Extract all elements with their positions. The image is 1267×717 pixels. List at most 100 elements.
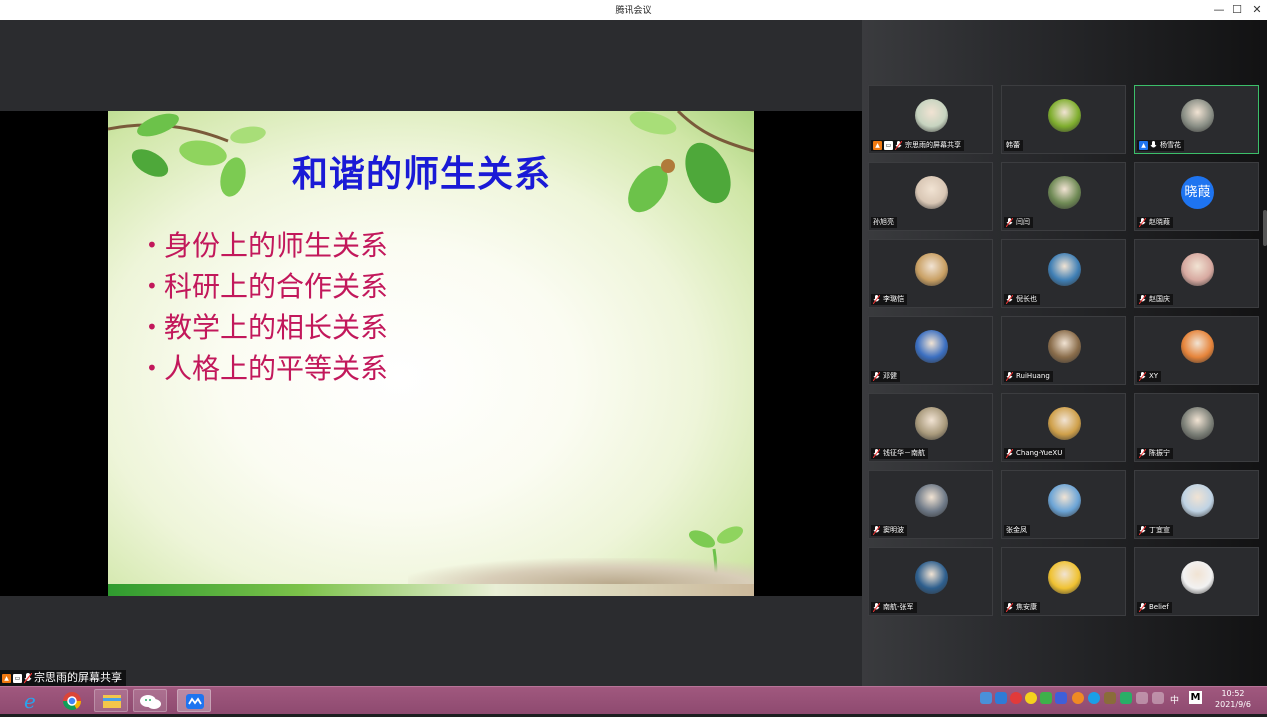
mic-muted-icon xyxy=(873,526,880,535)
clock-time: 10:52 xyxy=(1221,689,1245,698)
participant-tile[interactable]: 南航-张军 xyxy=(868,547,993,616)
participant-name: 丁宜宣 xyxy=(1149,526,1170,534)
participant-avatar xyxy=(1181,484,1214,517)
participant-tile[interactable]: 陈振宁 xyxy=(1134,393,1259,462)
participant-tile[interactable]: 晓葭 赵晓葭 xyxy=(1134,162,1259,231)
participant-tile[interactable]: Belief xyxy=(1134,547,1259,616)
participant-avatar xyxy=(1048,253,1081,286)
participant-name-tag: ▲ 杨雪花 xyxy=(1137,140,1184,151)
participant-tile[interactable]: 焦安康 xyxy=(1001,547,1126,616)
tray-network-icon[interactable] xyxy=(1136,692,1148,704)
participant-tile[interactable]: 钱征华－南航 xyxy=(868,393,993,462)
tray-tool-icon[interactable] xyxy=(1104,692,1116,704)
tray-qq-icon[interactable] xyxy=(1025,692,1037,704)
participant-name: 倪长也 xyxy=(1016,295,1037,303)
participant-tile[interactable]: Chang-YueXU xyxy=(1001,393,1126,462)
participant-tile[interactable]: ▲ ▭ 宗思雨的屏幕共享 xyxy=(868,85,993,154)
participant-avatar xyxy=(915,253,948,286)
participant-tile[interactable]: 丁宜宣 xyxy=(1134,470,1259,539)
participant-name: 孙旭亮 xyxy=(873,218,894,226)
participant-name: 焦安康 xyxy=(1016,603,1037,611)
gallery-scrollbar[interactable] xyxy=(1263,210,1267,246)
tray-cloud-icon[interactable] xyxy=(995,692,1007,704)
participant-name: 杨雪花 xyxy=(1160,141,1181,149)
presentation-slide: 和谐的师生关系 • 身份上的师生关系 • 科研上的合作关系 • 教学上的相长关系 • 人… xyxy=(108,111,754,596)
screen-share-indicator[interactable]: ▲ ▭ 宗思雨的屏幕共享 xyxy=(0,670,126,686)
leaves-top-right-icon xyxy=(628,111,754,213)
participant-name: 窦明波 xyxy=(883,526,904,534)
slide-bullet: • 身份上的师生关系 xyxy=(146,225,388,266)
screen-share-icon: ▭ xyxy=(884,141,893,150)
participant-name-tag: 韩蕾 xyxy=(1004,140,1023,151)
chrome-icon[interactable] xyxy=(55,689,89,712)
tray-wechat-icon[interactable] xyxy=(1120,692,1132,704)
participant-name-tag: 闫闫 xyxy=(1004,217,1033,228)
bullet-text: 科研上的合作关系 xyxy=(164,270,389,303)
tray-shield-icon[interactable] xyxy=(1040,692,1052,704)
participant-tile[interactable]: 韩蕾 xyxy=(1001,85,1126,154)
participant-name-tag: 丁宜宣 xyxy=(1137,525,1173,536)
participant-avatar xyxy=(1048,561,1081,594)
participant-avatar xyxy=(915,330,948,363)
participant-name-tag: XY xyxy=(1137,371,1162,382)
participant-tile[interactable]: ▲ 杨雪花 xyxy=(1134,85,1259,154)
participant-avatar xyxy=(1048,330,1081,363)
slide-bullet: • 人格上的平等关系 xyxy=(146,348,388,389)
participant-tile[interactable]: XY xyxy=(1134,316,1259,385)
participant-avatar xyxy=(1181,99,1214,132)
mic-muted-icon xyxy=(873,295,880,304)
participant-tile[interactable]: 邓健 xyxy=(868,316,993,385)
participant-tile[interactable]: 倪长也 xyxy=(1001,239,1126,308)
screen-share-icon: ▭ xyxy=(13,673,22,683)
tencent-meeting-icon[interactable] xyxy=(177,689,211,712)
participant-tile[interactable]: RuiHuang xyxy=(1001,316,1126,385)
mic-muted-icon xyxy=(1006,372,1013,381)
tray-search-icon[interactable] xyxy=(1072,692,1084,704)
file-explorer-icon[interactable] xyxy=(94,689,128,712)
participant-tile[interactable]: 张金凤 xyxy=(1001,470,1126,539)
participant-avatar: 晓葭 xyxy=(1181,176,1214,209)
participant-avatar xyxy=(1181,253,1214,286)
participant-name-tag: Chang-YueXU xyxy=(1004,448,1066,459)
participant-name-tag: 李璐恺 xyxy=(871,294,907,305)
participant-name: 南航-张军 xyxy=(883,603,914,611)
slide-title: 和谐的师生关系 xyxy=(292,154,552,195)
minimize-button[interactable]: — xyxy=(1211,2,1227,18)
participant-name-tag: 钱征华－南航 xyxy=(871,448,928,459)
participant-tile[interactable]: 李璐恺 xyxy=(868,239,993,308)
mic-muted-icon xyxy=(895,141,902,150)
taskbar-clock[interactable]: 10:52 2021/9/6 xyxy=(1208,688,1258,710)
person-icon: ▲ xyxy=(2,673,11,683)
mic-muted-icon xyxy=(1006,449,1013,458)
participant-name-tag: RuiHuang xyxy=(1004,371,1053,382)
participant-name: 李璐恺 xyxy=(883,295,904,303)
participant-name-tag: ▲ ▭ 宗思雨的屏幕共享 xyxy=(871,140,964,151)
person-icon: ▲ xyxy=(873,141,882,150)
wechat-icon[interactable] xyxy=(133,689,167,712)
participant-name-tag: 赵国庆 xyxy=(1137,294,1173,305)
participant-tile[interactable]: 闫闫 xyxy=(1001,162,1126,231)
tray-antivirus-icon[interactable] xyxy=(1010,692,1022,704)
participant-tile[interactable]: 窦明波 xyxy=(868,470,993,539)
participant-avatar xyxy=(915,176,948,209)
participant-name-tag: 陈振宁 xyxy=(1137,448,1173,459)
tray-browser-icon[interactable] xyxy=(1088,692,1100,704)
windows-taskbar: e 中 M 10:52 2021/9/6 xyxy=(0,686,1267,714)
maximize-button[interactable]: ☐ xyxy=(1229,2,1245,18)
bullet-text: 身份上的师生关系 xyxy=(164,229,389,262)
participant-name-tag: 焦安康 xyxy=(1004,602,1040,613)
participant-tile[interactable]: 孙旭亮 xyxy=(868,162,993,231)
tray-app-icon[interactable] xyxy=(980,692,992,704)
participant-tile[interactable]: 赵国庆 xyxy=(1134,239,1259,308)
close-button[interactable]: ✕ xyxy=(1249,2,1265,18)
participant-name: 钱征华－南航 xyxy=(883,449,925,457)
tray-m-icon[interactable]: M xyxy=(1189,691,1202,704)
tray-grid-icon[interactable] xyxy=(1055,692,1067,704)
participant-name-tag: Belief xyxy=(1137,602,1172,613)
ie-browser-icon[interactable]: e xyxy=(16,689,50,713)
mic-muted-icon xyxy=(1006,603,1013,612)
mic-muted-icon xyxy=(1139,526,1146,535)
tray-volume-icon[interactable] xyxy=(1152,692,1164,704)
tray-ime-indicator[interactable]: 中 xyxy=(1170,693,1179,706)
participant-name: Belief xyxy=(1149,603,1169,611)
